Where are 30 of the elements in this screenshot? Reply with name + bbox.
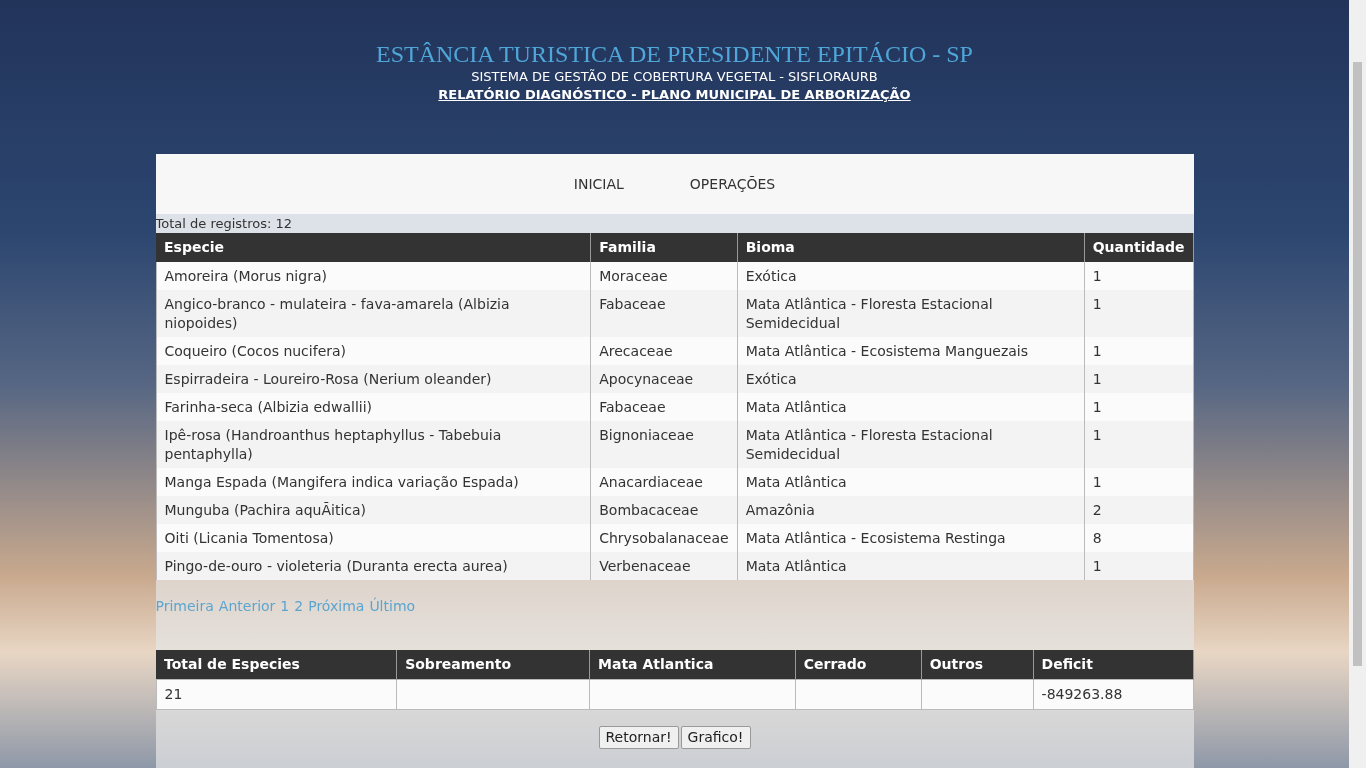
column-header: Quantidade	[1084, 233, 1193, 262]
column-header: Mata Atlantica	[589, 650, 796, 679]
pagination-link[interactable]: 2	[294, 596, 304, 616]
pagination-link[interactable]: Próxima	[308, 596, 365, 616]
nav-link[interactable]: OPERAÇÕES	[681, 173, 784, 195]
table-cell: Pingo-de-ouro - violeteria (Duranta erecta aurea)	[156, 552, 591, 580]
column-header: Cerrado	[795, 650, 922, 679]
table-cell: Mata Atlântica	[737, 552, 1085, 580]
form-button[interactable]: Retornar!	[598, 725, 679, 749]
column-header: Total de Especies	[156, 650, 397, 679]
table-cell: 21	[164, 685, 183, 702]
form-button[interactable]: Grafico!	[680, 725, 751, 749]
site-title: ESTÂNCIA TURISTICA DE PRESIDENTE EPITÁCIO - SP	[376, 40, 973, 68]
pagination-link[interactable]: Último	[369, 596, 416, 616]
column-header: Outros	[921, 650, 1034, 679]
pagination-link[interactable]: 1	[280, 596, 290, 616]
table-cell: Verbenaceae	[590, 552, 738, 580]
report-title: RELATÓRIO DIAGNÓSTICO - PLANO MUNICIPAL DE ARBORIZAÇÃO	[438, 86, 911, 104]
column-header: Deficit	[1033, 650, 1193, 679]
table-cell: -849263.88	[1041, 685, 1123, 702]
scrollbar[interactable]	[1349, 0, 1366, 768]
column-header: Sobreamento	[396, 650, 590, 679]
system-subtitle: SISTEMA DE GESTÃO DE COBERTURA VEGETAL - SISFLORAURB	[471, 68, 878, 86]
table-cell: 1	[1084, 552, 1193, 580]
nav-link[interactable]: INICIAL	[565, 173, 632, 195]
column-header: Familia	[590, 233, 738, 262]
column-header: Especie	[156, 233, 591, 262]
pagination-link[interactable]: Anterior	[218, 596, 276, 616]
pagination-link[interactable]: Primeira	[155, 596, 214, 616]
column-header: Bioma	[737, 233, 1085, 262]
